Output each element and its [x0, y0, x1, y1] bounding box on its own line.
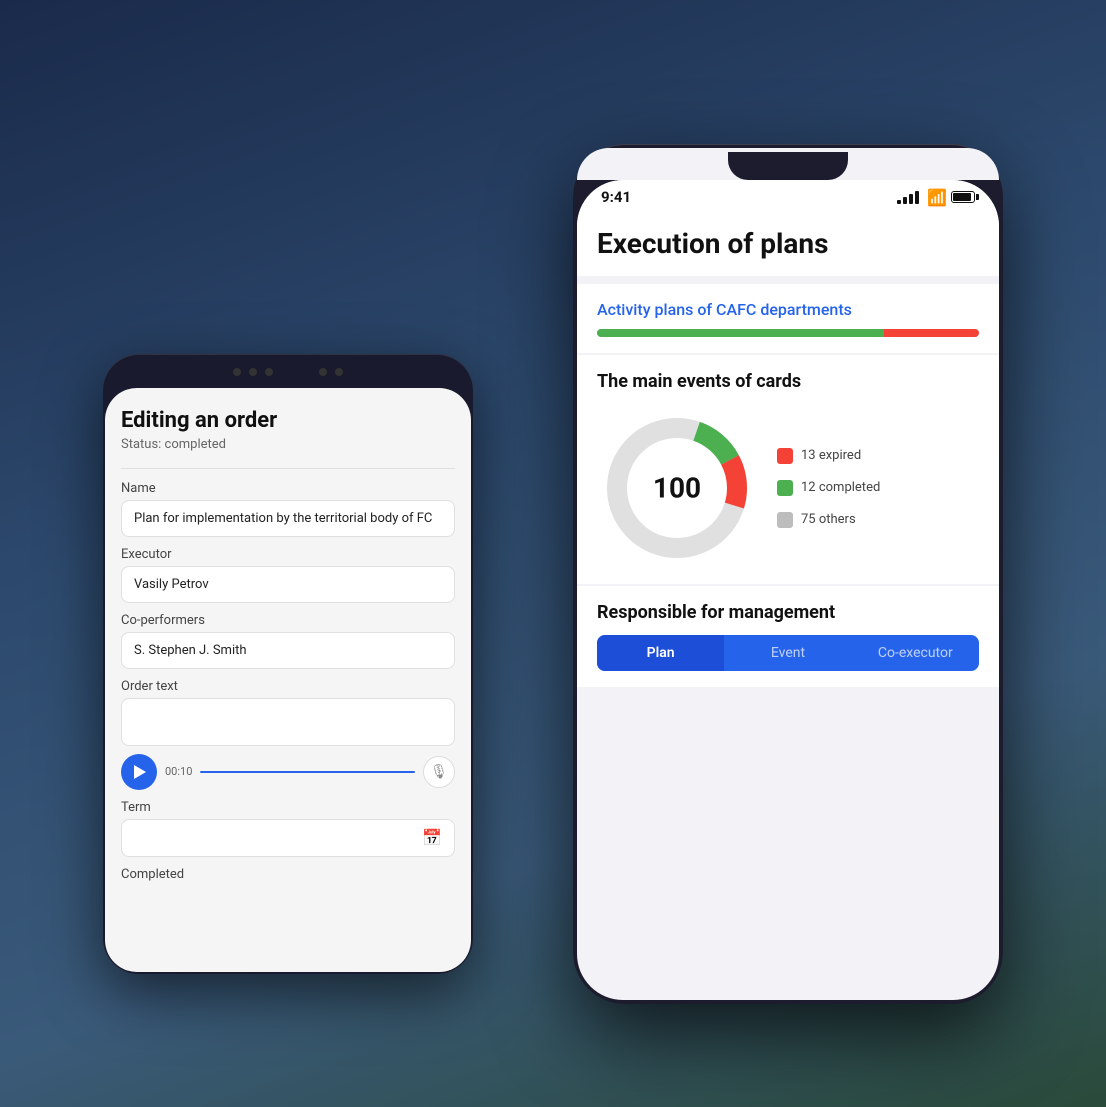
legend-label-completed: 12 completed	[801, 480, 880, 495]
tab-bar: Plan Event Co-executor	[597, 635, 979, 671]
camera-dot-4	[319, 368, 327, 376]
executor-input[interactable]: Vasily Petrov	[121, 566, 455, 603]
main-events-section: The main events of cards 100	[577, 355, 999, 584]
audio-progress-line[interactable]	[200, 771, 415, 773]
mic-icon: 🎙	[430, 764, 448, 780]
tab-plan[interactable]: Plan	[597, 635, 724, 671]
progress-red	[884, 329, 980, 337]
coperformers-input[interactable]: S. Stephen J. Smith	[121, 632, 455, 669]
android-status: Status: completed	[121, 437, 455, 452]
legend-item-expired: 13 expired	[777, 448, 880, 464]
battery-icon	[951, 191, 975, 203]
android-notch-bar	[105, 356, 471, 388]
chart-legend: 13 expired 12 completed 75 others	[777, 448, 880, 528]
tab-coexecutor[interactable]: Co-executor	[852, 635, 979, 671]
audio-time: 00:10	[165, 765, 192, 778]
audio-row: 00:10 🎙	[121, 754, 455, 790]
wifi-icon: 📶	[927, 188, 947, 207]
chart-row: 100 13 expired 12 completed	[597, 408, 979, 568]
camera-dot-2	[249, 368, 257, 376]
status-icons: 📶	[897, 188, 975, 207]
signal-bar-2	[903, 197, 907, 204]
play-icon	[134, 765, 146, 779]
progress-bar	[597, 329, 979, 337]
responsible-title: Responsible for management	[597, 602, 979, 623]
activity-title: Activity plans of CAFC departments	[597, 300, 979, 319]
legend-label-expired: 13 expired	[801, 448, 861, 463]
mic-button[interactable]: 🎙	[423, 756, 455, 788]
main-events-title: The main events of cards	[597, 371, 979, 392]
status-time: 9:41	[601, 188, 631, 206]
completed-label: Completed	[121, 867, 455, 882]
calendar-icon: 📅	[422, 828, 442, 847]
android-title: Editing an order	[121, 408, 455, 433]
name-input[interactable]: Plan for implementation by the territori…	[121, 500, 455, 537]
signal-bars	[897, 191, 919, 204]
legend-dot-completed	[777, 480, 793, 496]
legend-item-completed: 12 completed	[777, 480, 880, 496]
play-button[interactable]	[121, 754, 157, 790]
order-text-box[interactable]	[121, 698, 455, 746]
legend-dot-others	[777, 512, 793, 528]
activity-card: Activity plans of CAFC departments	[577, 284, 999, 353]
iphone-notch	[728, 152, 848, 180]
signal-bar-3	[909, 194, 913, 204]
term-input[interactable]: 📅	[121, 819, 455, 857]
responsible-section: Responsible for management Plan Event Co…	[577, 586, 999, 687]
battery-fill	[953, 193, 971, 201]
signal-bar-1	[897, 200, 901, 204]
coperformers-label: Co-performers	[121, 613, 455, 628]
term-label: Term	[121, 800, 455, 815]
progress-green	[597, 329, 884, 337]
name-label: Name	[121, 481, 455, 496]
android-screen: Editing an order Status: completed Name …	[105, 388, 471, 972]
executor-label: Executor	[121, 547, 455, 562]
donut-center-value: 100	[653, 471, 701, 504]
legend-item-others: 75 others	[777, 512, 880, 528]
tab-event[interactable]: Event	[724, 635, 851, 671]
camera-dot-3	[265, 368, 273, 376]
donut-chart: 100	[597, 408, 757, 568]
order-text-label: Order text	[121, 679, 455, 694]
legend-dot-expired	[777, 448, 793, 464]
android-phone: Editing an order Status: completed Name …	[103, 354, 473, 974]
title-section: Execution of plans	[577, 215, 999, 276]
iphone-screen: 9:41 📶 Execution of plans	[577, 180, 999, 1000]
signal-bar-4	[915, 191, 919, 204]
iphone: 9:41 📶 Execution of plans	[573, 144, 1003, 1004]
legend-label-others: 75 others	[801, 512, 856, 527]
camera-dot-5	[335, 368, 343, 376]
camera-dot	[233, 368, 241, 376]
iphone-title: Execution of plans	[597, 227, 979, 260]
